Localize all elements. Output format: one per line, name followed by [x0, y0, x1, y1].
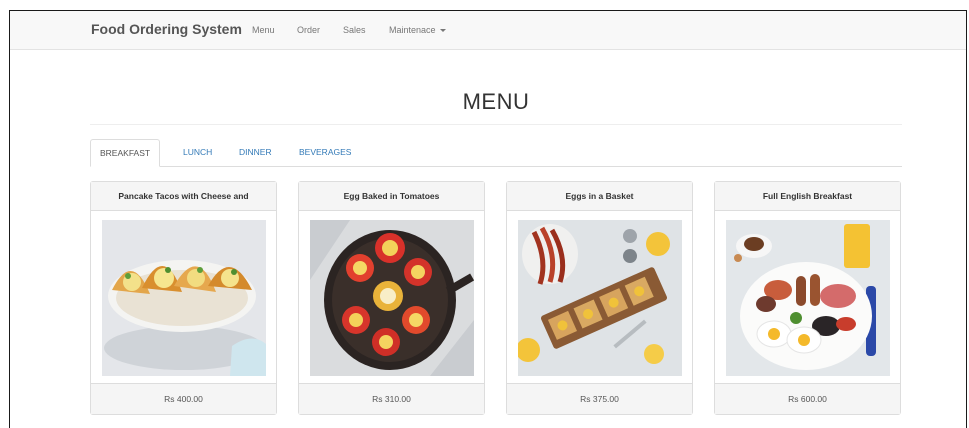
egg-baked-tomatoes-photo: [310, 220, 474, 376]
eggs-in-basket-photo: [518, 220, 682, 376]
page-title: MENU: [462, 89, 530, 114]
nav-order[interactable]: Order: [297, 25, 320, 35]
menu-item-name: Pancake Tacos with Cheese and: [91, 182, 276, 211]
menu-item-price: Rs 375.00: [507, 383, 692, 414]
title-divider: [90, 124, 902, 125]
tab-beverages[interactable]: BEVERAGES: [290, 139, 360, 166]
app-window: Food Ordering System Menu Order Sales Ma…: [9, 10, 967, 428]
menu-item-price: Rs 400.00: [91, 383, 276, 414]
menu-item-card[interactable]: Pancake Tacos with Cheese and Rs 400.00: [90, 181, 277, 415]
menu-item-price: Rs 310.00: [299, 383, 484, 414]
caret-down-icon: [439, 29, 446, 33]
full-english-breakfast-photo: [726, 220, 890, 376]
nav-sales[interactable]: Sales: [343, 25, 366, 35]
tab-dinner[interactable]: DINNER: [230, 139, 281, 166]
menu-item-card[interactable]: Eggs in a Basket Rs 375.00: [506, 181, 693, 415]
nav-maintenance-label: Maintenace: [389, 25, 436, 35]
menu-item-name: Eggs in a Basket: [507, 182, 692, 211]
menu-item-name: Full English Breakfast: [715, 182, 900, 211]
menu-item-price: Rs 600.00: [715, 383, 900, 414]
brand-link[interactable]: Food Ordering System: [91, 21, 242, 37]
pancake-tacos-photo: [102, 220, 266, 376]
menu-item-name: Egg Baked in Tomatoes: [299, 182, 484, 211]
menu-item-card[interactable]: Egg Baked in Tomatoes Rs 310.00: [298, 181, 485, 415]
menu-item-card[interactable]: Full English Breakfast Rs 600.00: [714, 181, 901, 415]
tab-breakfast[interactable]: BREAKFAST: [90, 139, 161, 167]
tab-lunch[interactable]: LUNCH: [174, 139, 221, 166]
nav-maintenance-dropdown[interactable]: Maintenace: [389, 25, 446, 35]
navbar: Food Ordering System Menu Order Sales Ma…: [10, 11, 966, 50]
nav-menu[interactable]: Menu: [252, 25, 275, 35]
tabs-divider: [90, 166, 902, 167]
